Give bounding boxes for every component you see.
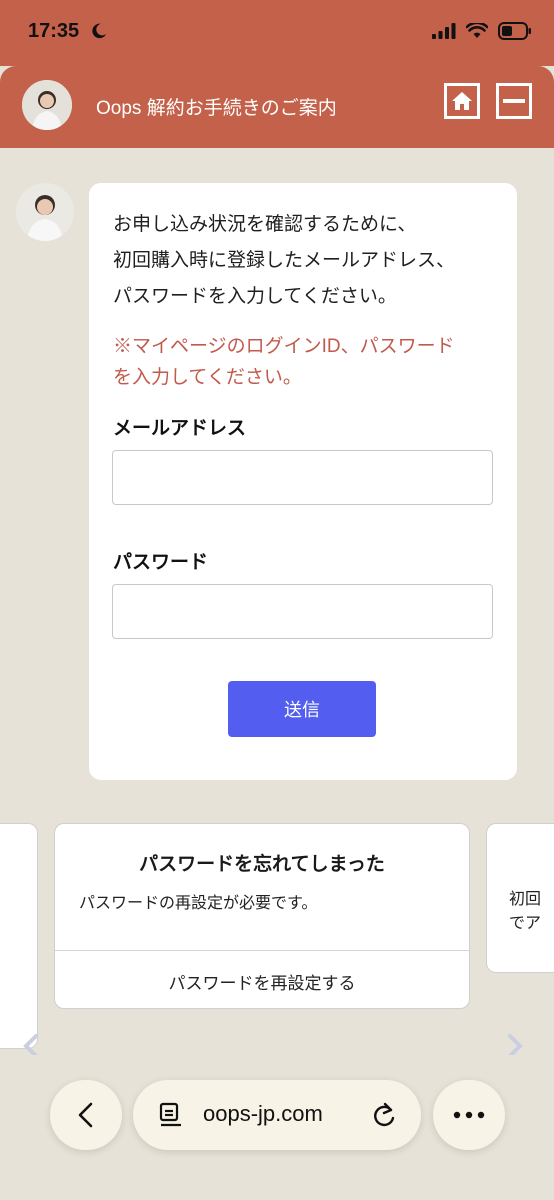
signal-icon: [432, 23, 456, 39]
email-field[interactable]: [112, 450, 493, 505]
back-button[interactable]: [50, 1080, 122, 1150]
wifi-icon: [466, 23, 488, 38]
home-icon: [452, 92, 472, 110]
operator-avatar: [22, 80, 72, 130]
minimize-button[interactable]: [496, 83, 532, 119]
header-title: Oops 解約お手続きのご案内: [96, 98, 337, 119]
carousel-card-forgot-password: パスワードを忘れてしまった パスワードの再設定が必要です。 パスワードを再設定す…: [54, 823, 470, 1009]
more-button[interactable]: [433, 1080, 505, 1150]
notice-line: を入力してください。: [113, 367, 302, 388]
status-bar: 17:35: [0, 0, 554, 66]
card-peek-text: 初回 でア: [509, 888, 541, 936]
chat-header: Oops 解約お手続きのご案内: [0, 66, 554, 148]
more-icon: [453, 1111, 485, 1119]
message-avatar: [16, 183, 74, 241]
person-icon: [16, 183, 74, 241]
peek-line: でア: [509, 915, 542, 932]
address-bar[interactable]: oops-jp.com: [133, 1080, 421, 1150]
submit-button[interactable]: 送信: [228, 681, 376, 737]
minimize-icon: [503, 99, 525, 103]
peek-line: 初回: [509, 891, 542, 908]
card-description: パスワードの再設定が必要です。: [79, 895, 318, 912]
message-text: お申し込み状況を確認するために、 初回購入時に登録したメールアドレス、 パスワー…: [113, 207, 493, 315]
email-label: メールアドレス: [113, 418, 247, 439]
page-menu-icon: [159, 1102, 181, 1127]
battery-icon: [498, 22, 531, 40]
message-card: お申し込み状況を確認するために、 初回購入時に登録したメールアドレス、 パスワー…: [89, 183, 517, 780]
message-line: パスワードを入力してください。: [113, 286, 397, 307]
chevron-left-icon: [78, 1102, 93, 1128]
login-notice: ※マイページのログインID、パスワード を入力してください。: [113, 331, 493, 393]
status-time: 17:35: [28, 20, 80, 42]
card-title: パスワードを忘れてしまった: [139, 854, 385, 875]
reload-icon[interactable]: [371, 1101, 397, 1129]
carousel-card-previous[interactable]: [0, 823, 38, 1049]
url-text: oops-jp.com: [203, 1101, 323, 1126]
moon-icon: [92, 23, 107, 39]
password-field[interactable]: [112, 584, 493, 639]
reset-password-button[interactable]: パスワードを再設定する: [55, 969, 469, 994]
message-line: お申し込み状況を確認するために、: [113, 214, 417, 235]
password-label: パスワード: [113, 552, 209, 573]
person-icon: [22, 80, 72, 130]
carousel-card-next[interactable]: 初回 でア: [486, 823, 554, 973]
status-indicators: [432, 22, 532, 40]
message-line: 初回購入時に登録したメールアドレス、: [113, 250, 456, 271]
home-button[interactable]: [444, 83, 480, 119]
notice-line: ※マイページのログインID、パスワード: [113, 336, 455, 357]
card-divider: [55, 950, 469, 951]
